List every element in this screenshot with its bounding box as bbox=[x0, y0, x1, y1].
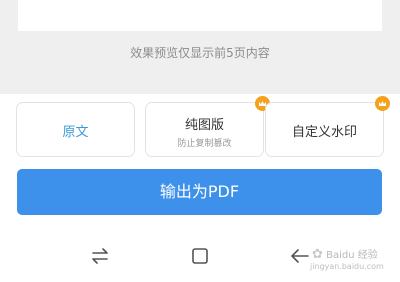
option-image-only-sublabel: 防止复制篡改 bbox=[177, 139, 232, 149]
preview-note: 效果预览仅显示前5页内容 bbox=[130, 46, 270, 60]
watermark-url: jingyan.baidu.com bbox=[310, 262, 384, 271]
option-custom-watermark-label: 自定义水印 bbox=[291, 125, 357, 140]
option-image-only-label: 纯图版 bbox=[184, 118, 224, 133]
option-original[interactable]: 原文 bbox=[16, 102, 135, 157]
home-square-icon[interactable] bbox=[188, 244, 212, 268]
back-arrow-icon[interactable] bbox=[288, 244, 312, 268]
option-custom-watermark[interactable]: 自定义水印 bbox=[265, 96, 390, 157]
export-pdf-button[interactable]: 输出为PDF bbox=[17, 169, 382, 215]
paw-icon: ✿ bbox=[312, 247, 323, 262]
option-original-label: 原文 bbox=[62, 125, 89, 140]
output-options: 原文 纯图版 防止复制篡改 自定义水印 bbox=[0, 94, 400, 164]
preview-area: 效果预览仅显示前5页内容 bbox=[0, 0, 400, 94]
option-image-only[interactable]: 纯图版 防止复制篡改 bbox=[145, 96, 270, 157]
vip-crown-icon bbox=[375, 96, 390, 111]
baidu-watermark: ✿ Baidu 经验 bbox=[312, 246, 378, 262]
watermark-text: Baidu 经验 bbox=[326, 250, 378, 261]
preview-page bbox=[18, 0, 382, 31]
switch-arrows-icon[interactable] bbox=[88, 244, 112, 268]
